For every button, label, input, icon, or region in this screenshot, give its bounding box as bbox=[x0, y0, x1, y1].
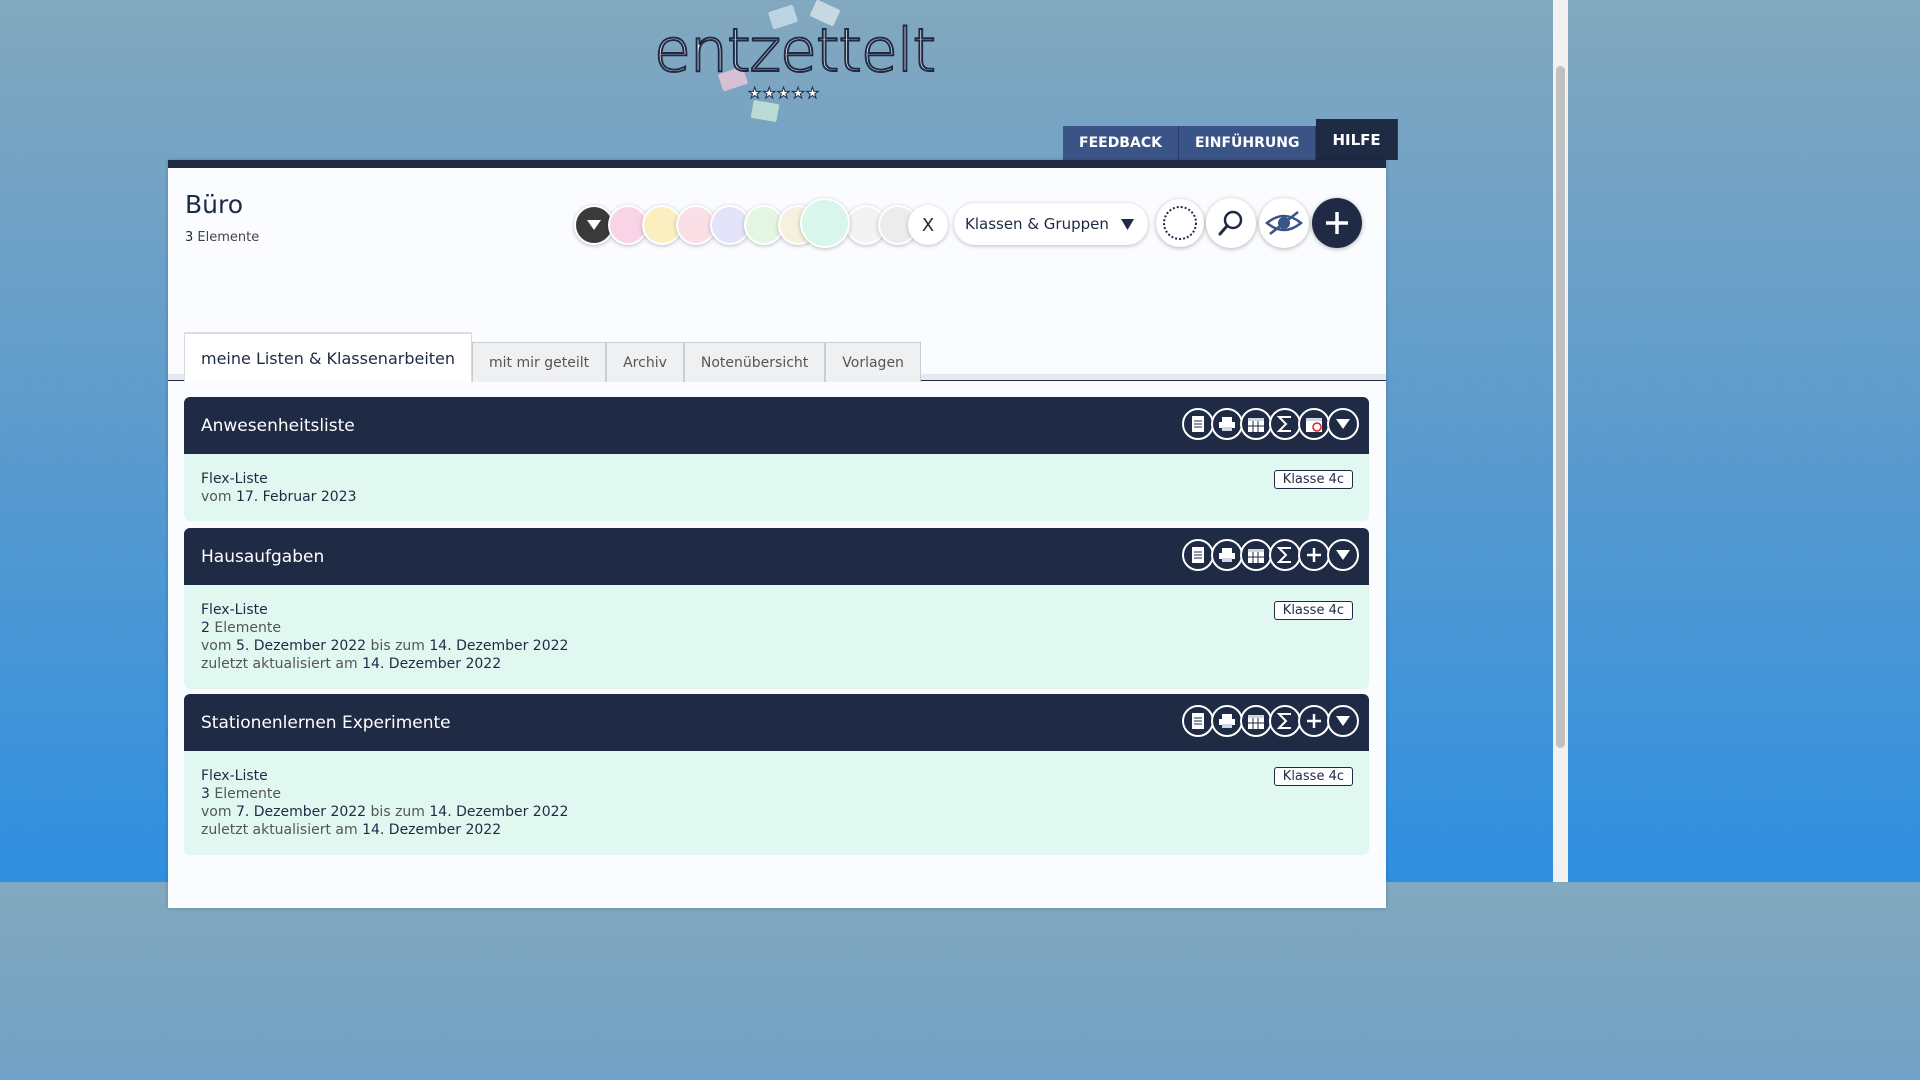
list-card[interactable]: Anwesenheitsliste Flex-Liste vom 17. Feb… bbox=[184, 397, 1369, 521]
export-excel-button[interactable] bbox=[1182, 705, 1214, 737]
feedback-button[interactable]: FEEDBACK bbox=[1063, 126, 1179, 160]
tab-mit-mir-geteilt[interactable]: mit mir geteilt bbox=[472, 342, 607, 382]
document-icon bbox=[1192, 713, 1204, 729]
printer-icon bbox=[1219, 548, 1235, 562]
calendar-button[interactable] bbox=[1240, 408, 1272, 440]
plus-icon bbox=[1307, 714, 1321, 728]
triangle-down-icon bbox=[587, 220, 601, 230]
list-type: Flex-Liste bbox=[201, 471, 268, 487]
element-count: 2 Elemente bbox=[201, 620, 281, 636]
hilfe-button[interactable]: HILFE bbox=[1316, 119, 1398, 160]
main-panel: Büro 3 Elemente X Klassen & Gruppen mein… bbox=[168, 160, 1386, 908]
calendar-button[interactable] bbox=[1240, 705, 1272, 737]
plus-icon bbox=[1307, 548, 1321, 562]
printer-icon bbox=[1219, 714, 1235, 728]
card-actions bbox=[1182, 539, 1359, 571]
export-excel-button[interactable] bbox=[1182, 539, 1214, 571]
document-icon bbox=[1192, 416, 1204, 432]
triangle-down-icon bbox=[1336, 716, 1350, 726]
color-dot-mint-selected[interactable] bbox=[800, 198, 850, 248]
triangle-down-icon bbox=[1336, 550, 1350, 560]
card-body: Flex-Liste 2 Elemente vom 5. Dezember 20… bbox=[184, 585, 1369, 689]
print-button[interactable] bbox=[1211, 539, 1243, 571]
plus-icon bbox=[1326, 212, 1348, 234]
sum-button[interactable] bbox=[1269, 539, 1301, 571]
calendar-icon bbox=[1248, 549, 1264, 563]
entzettelt-logo[interactable]: entzettelt ★★★★★ bbox=[640, 0, 937, 130]
card-actions bbox=[1182, 408, 1359, 440]
card-header[interactable]: Stationenlernen Experimente bbox=[184, 694, 1369, 751]
status-filter-button[interactable] bbox=[1156, 199, 1204, 247]
clear-color-filter-button[interactable]: X bbox=[908, 205, 948, 245]
top-navigation: FEEDBACK EINFÜHRUNG HILFE bbox=[1063, 119, 1398, 160]
scrollbar-thumb[interactable] bbox=[1556, 66, 1565, 748]
element-count: 3 Elemente bbox=[201, 786, 281, 802]
calendar-clock-icon bbox=[1306, 418, 1322, 432]
export-excel-button[interactable] bbox=[1182, 408, 1214, 440]
card-actions bbox=[1182, 705, 1359, 737]
sigma-icon bbox=[1277, 416, 1291, 432]
date-range: vom 5. Dezember 2022 bis zum 14. Dezembe… bbox=[201, 638, 569, 654]
date-range: vom 7. Dezember 2022 bis zum 14. Dezembe… bbox=[201, 804, 569, 820]
print-button[interactable] bbox=[1211, 705, 1243, 737]
tab-bar: meine Listen & Klassenarbeiten mit mir g… bbox=[184, 330, 921, 382]
page-scrollbar[interactable] bbox=[1553, 0, 1568, 882]
logo-text: entzettelt bbox=[653, 15, 937, 87]
add-entry-button[interactable] bbox=[1298, 705, 1330, 737]
dashed-circle-icon bbox=[1163, 206, 1197, 240]
class-badge[interactable]: Klasse 4c bbox=[1273, 601, 1353, 620]
dropdown-arrow-icon bbox=[1121, 219, 1134, 230]
tab-meine-listen[interactable]: meine Listen & Klassenarbeiten bbox=[184, 332, 473, 382]
calendar-add-button[interactable] bbox=[1298, 408, 1330, 440]
card-header[interactable]: Hausaufgaben bbox=[184, 528, 1369, 585]
sum-button[interactable] bbox=[1269, 408, 1301, 440]
class-badge[interactable]: Klasse 4c bbox=[1273, 470, 1353, 489]
einfuehrung-button[interactable]: EINFÜHRUNG bbox=[1178, 126, 1317, 160]
add-entry-button[interactable] bbox=[1298, 539, 1330, 571]
sum-button[interactable] bbox=[1269, 705, 1301, 737]
add-button[interactable] bbox=[1312, 198, 1362, 248]
card-header[interactable]: Anwesenheitsliste bbox=[184, 397, 1369, 454]
list-type: Flex-Liste bbox=[201, 768, 268, 784]
card-body: Flex-Liste 3 Elemente vom 7. Dezember 20… bbox=[184, 751, 1369, 855]
printer-icon bbox=[1219, 417, 1235, 431]
last-updated: zuletzt aktualisiert am 14. Dezember 202… bbox=[201, 822, 502, 838]
expand-button[interactable] bbox=[1327, 705, 1359, 737]
page-title: Büro bbox=[185, 190, 244, 219]
calendar-icon bbox=[1248, 715, 1264, 729]
card-title: Anwesenheitsliste bbox=[201, 415, 355, 436]
list-card[interactable]: Hausaufgaben Flex-Liste 2 Elemente vom 5… bbox=[184, 528, 1369, 689]
date-line: vom 17. Februar 2023 bbox=[201, 489, 357, 505]
logo-stars: ★★★★★ bbox=[747, 84, 821, 103]
print-button[interactable] bbox=[1211, 408, 1243, 440]
list-type: Flex-Liste bbox=[201, 602, 268, 618]
card-title: Hausaufgaben bbox=[201, 546, 325, 567]
card-body: Flex-Liste vom 17. Februar 2023 Klasse 4… bbox=[184, 454, 1369, 521]
list-card[interactable]: Stationenlernen Experimente Flex-Liste 3… bbox=[184, 694, 1369, 855]
search-icon bbox=[1218, 210, 1243, 236]
sigma-icon bbox=[1277, 547, 1291, 563]
tab-vorlagen[interactable]: Vorlagen bbox=[825, 342, 921, 382]
triangle-down-icon bbox=[1336, 419, 1350, 429]
logo-decoration bbox=[750, 99, 780, 123]
document-icon bbox=[1192, 547, 1204, 563]
last-updated: zuletzt aktualisiert am 14. Dezember 202… bbox=[201, 656, 502, 672]
tab-notenuebersicht[interactable]: Notenübersicht bbox=[683, 342, 826, 382]
calendar-button[interactable] bbox=[1240, 539, 1272, 571]
expand-button[interactable] bbox=[1327, 539, 1359, 571]
select-value: Klassen & Gruppen bbox=[965, 215, 1109, 233]
class-badge[interactable]: Klasse 4c bbox=[1273, 767, 1353, 786]
calendar-icon bbox=[1248, 418, 1264, 432]
visibility-toggle-button[interactable] bbox=[1259, 198, 1309, 248]
search-button[interactable] bbox=[1206, 198, 1256, 248]
tab-archiv[interactable]: Archiv bbox=[606, 342, 684, 382]
sigma-icon bbox=[1277, 713, 1291, 729]
element-count: 3 Elemente bbox=[185, 230, 260, 245]
expand-button[interactable] bbox=[1327, 408, 1359, 440]
class-group-select[interactable]: Klassen & Gruppen bbox=[954, 203, 1148, 245]
card-title: Stationenlernen Experimente bbox=[201, 712, 451, 733]
eye-hidden-icon bbox=[1265, 211, 1303, 235]
